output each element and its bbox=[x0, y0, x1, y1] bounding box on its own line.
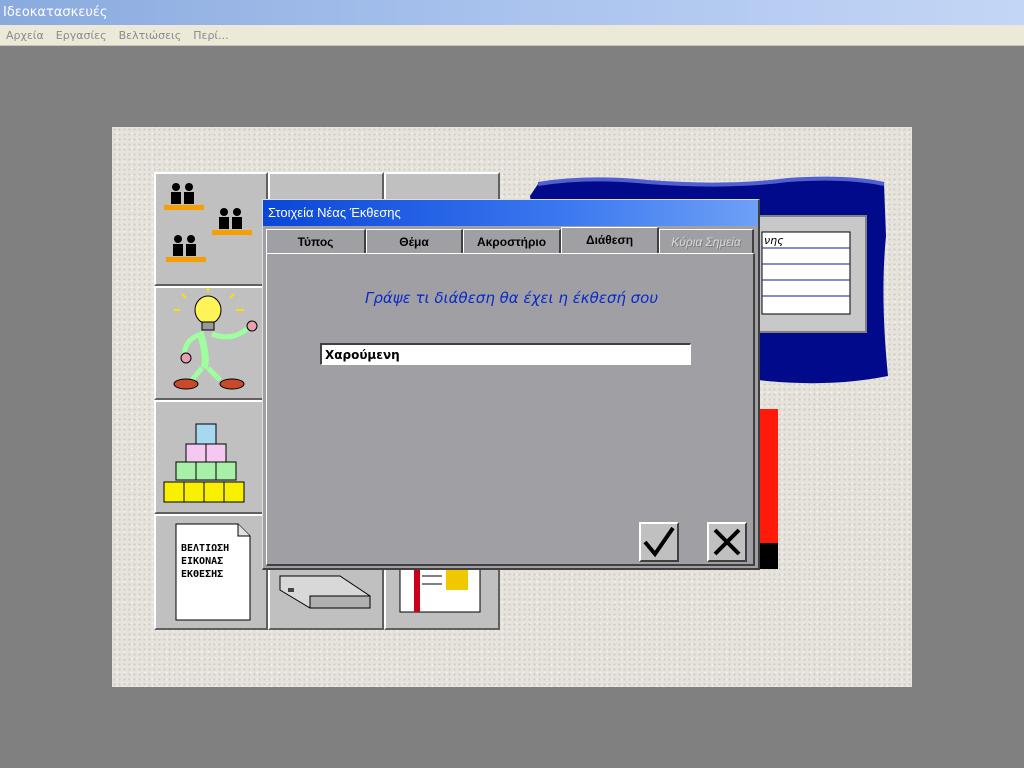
ok-button[interactable] bbox=[639, 522, 679, 562]
tab-type[interactable]: Τύπος bbox=[266, 229, 366, 253]
menu-bar: Αρχεία Εργασίες Βελτιώσεις Περί... bbox=[0, 25, 1024, 46]
tab-content: Γράψε τι διάθεση θα έχει η έκθεσή σου bbox=[266, 253, 755, 566]
red-block-decoration bbox=[758, 409, 778, 569]
new-essay-dialog: Στοιχεία Νέας Έκθεσης Τύπος Θέμα Ακροστή… bbox=[262, 199, 760, 570]
tile-lightbulb[interactable] bbox=[154, 286, 268, 400]
window-title: Ιδεοκατασκευές bbox=[3, 5, 108, 20]
dialog-title-bar: Στοιχεία Νέας Έκθεσης bbox=[263, 200, 758, 226]
improve-document-label: ΒΕΛΤΙΩΣΗ ΕΙΚΟΝΑΣ ΕΚΘΕΣΗΣ bbox=[181, 542, 229, 581]
tile-improve-document[interactable]: ΒΕΛΤΙΩΣΗ ΕΙΚΟΝΑΣ ΕΚΘΕΣΗΣ bbox=[154, 514, 268, 630]
tab-mood[interactable]: Διάθεση bbox=[561, 227, 659, 253]
doc-label-line-1: ΒΕΛΤΙΩΣΗ bbox=[181, 543, 230, 554]
people-groups-icon bbox=[164, 183, 252, 262]
checkmark-icon bbox=[643, 526, 675, 558]
window-title-bar: Ιδεοκατασκευές bbox=[0, 0, 1024, 25]
dialog-tabs: Τύπος Θέμα Ακροστήριο Διάθεση Κύρια Σημε… bbox=[266, 227, 756, 253]
mood-input[interactable] bbox=[320, 343, 691, 365]
dialog-title: Στοιχεία Νέας Έκθεσης bbox=[268, 205, 401, 220]
close-icon bbox=[713, 528, 741, 556]
tile-groups[interactable] bbox=[154, 172, 268, 286]
block-pyramid-icon bbox=[163, 423, 245, 503]
mood-prompt: Γράψε τι διάθεση θα έχει η έκθεσή σου bbox=[364, 289, 659, 307]
tab-acrostic[interactable]: Ακροστήριο bbox=[463, 229, 561, 253]
menu-item-tasks[interactable]: Εργασίες bbox=[50, 29, 113, 42]
tab-main-points: Κύρια Σημεία bbox=[659, 229, 754, 253]
doc-label-line-2: ΕΙΚΟΝΑΣ bbox=[181, 556, 224, 567]
cancel-button[interactable] bbox=[707, 522, 747, 562]
tab-topic[interactable]: Θέμα bbox=[366, 229, 463, 253]
menu-item-improvements[interactable]: Βελτιώσεις bbox=[113, 29, 188, 42]
lightbulb-character-icon bbox=[173, 288, 258, 390]
doc-label-line-3: ΕΚΘΕΣΗΣ bbox=[181, 569, 224, 580]
black-strip bbox=[758, 543, 778, 569]
menu-item-about[interactable]: Περί... bbox=[187, 29, 234, 42]
tile-blocks[interactable] bbox=[154, 400, 268, 514]
background-partial-text: νης bbox=[764, 234, 784, 247]
menu-item-files[interactable]: Αρχεία bbox=[0, 29, 50, 42]
